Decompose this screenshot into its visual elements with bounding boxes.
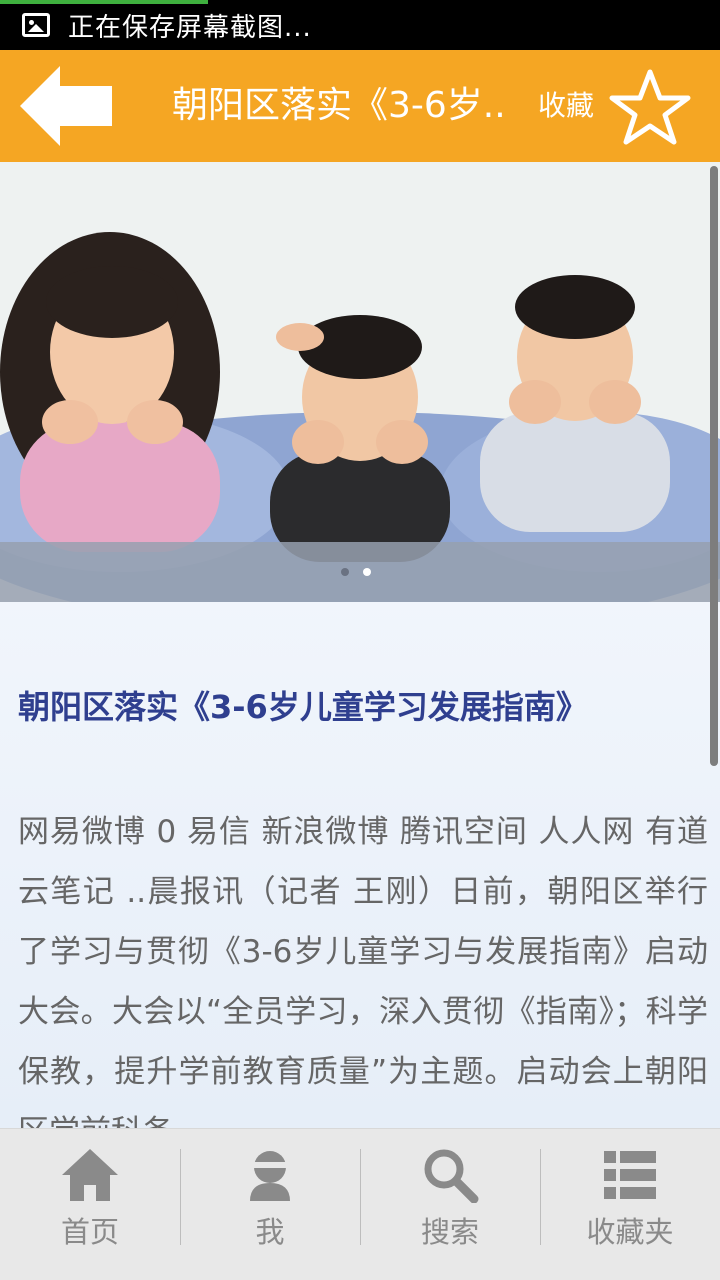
favorite-label[interactable]: 收藏: [538, 50, 594, 162]
article-title: 朝阳区落实《3-6岁儿童学习发展指南》: [18, 688, 588, 726]
nav-label-favorites: 收藏夹: [586, 1215, 674, 1249]
star-outline-icon: [609, 69, 691, 145]
scrollbar[interactable]: [710, 166, 718, 766]
search-icon: [424, 1149, 479, 1203]
children-photo: [0, 162, 720, 602]
article-content[interactable]: 朝阳区落实《3-6岁儿童学习发展指南》 网易微博 0 易信 新浪微博 腾讯空间 …: [0, 162, 720, 1128]
page-title: 朝阳区落实《3-6岁..: [172, 85, 506, 126]
status-text: 正在保存屏幕截图...: [68, 12, 312, 43]
status-bar: 正在保存屏幕截图...: [0, 0, 720, 50]
back-button[interactable]: [16, 62, 116, 150]
image-icon: [22, 13, 50, 37]
home-icon: [62, 1149, 118, 1201]
back-arrow-icon: [20, 66, 112, 146]
list-icon: [604, 1151, 656, 1199]
carousel-dot-1[interactable]: [341, 568, 349, 576]
nav-item-me[interactable]: 我: [180, 1129, 360, 1280]
nav-item-search[interactable]: 搜索: [360, 1129, 540, 1280]
nav-item-favorites[interactable]: 收藏夹: [540, 1129, 720, 1280]
nav-label-me: 我: [255, 1215, 285, 1249]
favorite-button[interactable]: [608, 68, 692, 146]
header-bar: 朝阳区落实《3-6岁.. 收藏: [0, 50, 720, 162]
nav-label-home: 首页: [60, 1215, 119, 1249]
article-body: 网易微博 0 易信 新浪微博 腾讯空间 人人网 有道云笔记 ..晨报讯（记者 王…: [18, 814, 708, 1128]
screenshot-progress-bar: [0, 0, 208, 4]
image-carousel[interactable]: [0, 162, 720, 602]
nav-item-home[interactable]: 首页: [0, 1129, 180, 1280]
bottom-nav: 首页 我 搜索 收藏夹: [0, 1128, 720, 1280]
carousel-dots: [341, 568, 371, 576]
user-icon: [250, 1151, 290, 1201]
nav-label-search: 搜索: [420, 1215, 479, 1249]
carousel-dot-2[interactable]: [363, 568, 371, 576]
